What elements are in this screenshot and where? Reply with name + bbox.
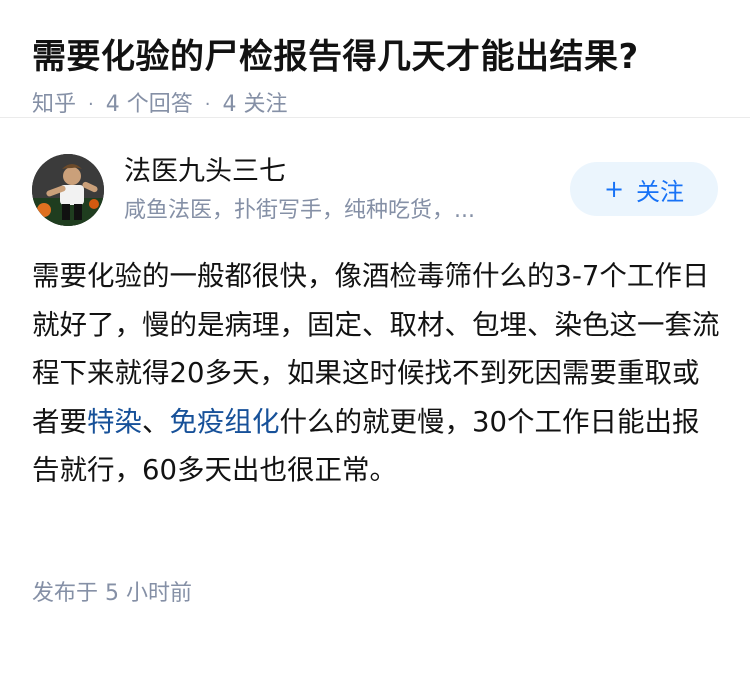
question-meta: 知乎 · 4 个回答 · 4 关注: [32, 90, 718, 120]
publish-time: 发布于 5 小时前: [32, 581, 192, 606]
avatar[interactable]: [32, 154, 104, 226]
question-header: 需要化验的尸检报告得几天才能出结果? 知乎 · 4 个回答 · 4 关注: [0, 0, 750, 118]
link-special-stain[interactable]: 特染: [87, 406, 142, 438]
question-title[interactable]: 需要化验的尸检报告得几天才能出结果?: [32, 34, 718, 80]
answer-content: 需要化验的一般都很快，像酒检毒筛什么的3-7个工作日就好了，慢的是病理，固定、取…: [32, 252, 722, 495]
meta-separator: ·: [204, 94, 211, 115]
meta-separator: ·: [88, 94, 94, 115]
author-name[interactable]: 法医九头三七: [124, 154, 286, 190]
author-bio: 咸鱼法医，扑街写手，纯种吃货，...: [124, 198, 475, 223]
link-immunohistochemistry[interactable]: 免疫组化: [170, 406, 280, 438]
follow-count[interactable]: 4 关注: [222, 90, 287, 120]
author-info: 法医九头三七 咸鱼法医，扑街写手，纯种吃货，... + 关注: [32, 154, 718, 226]
follow-button[interactable]: + 关注: [570, 162, 718, 216]
follow-label: 关注: [636, 177, 685, 206]
answer-count[interactable]: 4 个回答: [106, 90, 193, 120]
source-label[interactable]: 知乎: [32, 90, 76, 120]
plus-icon: +: [603, 175, 625, 203]
avatar-image: [32, 154, 104, 226]
content-separator: 、: [142, 405, 170, 438]
